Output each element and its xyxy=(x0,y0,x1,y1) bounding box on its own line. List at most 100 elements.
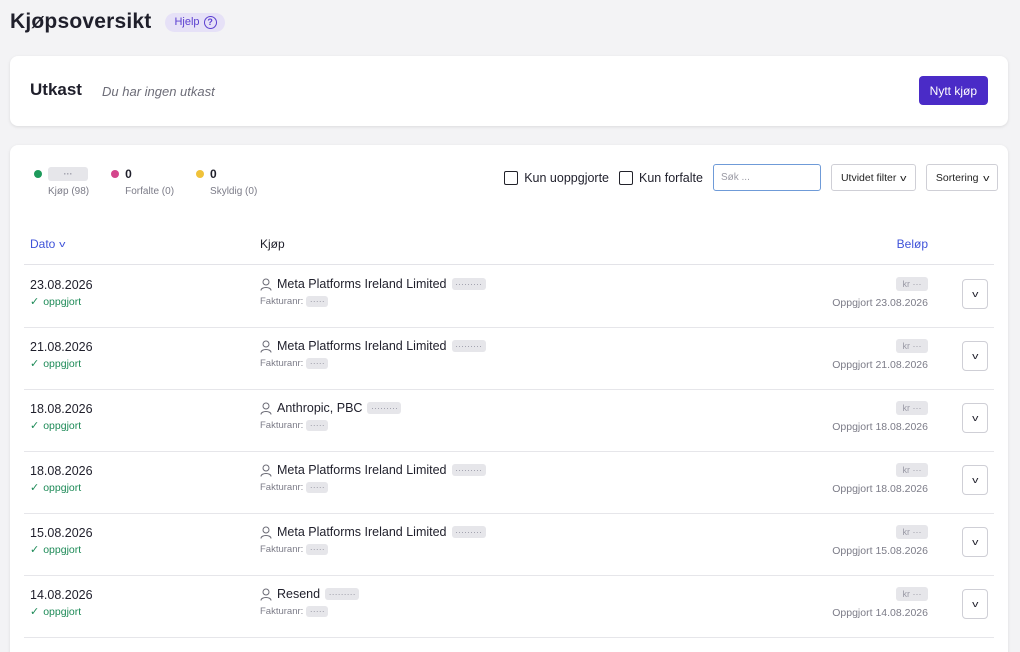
help-label: Hjelp xyxy=(174,16,200,28)
invoice-label: Fakturanr: xyxy=(260,296,304,307)
table-row[interactable]: 14.08.2026 ✓ oppgjort Resend ········· Faktur… xyxy=(24,576,994,638)
check-icon: ✓ xyxy=(30,296,40,308)
invoice-number: Fakturanr: ····· xyxy=(260,420,329,431)
question-icon: ? xyxy=(203,15,217,29)
invoice-number: Fakturanr: ····· xyxy=(260,358,329,369)
chevron-down-icon: v xyxy=(971,413,979,423)
supplier-id-masked: ········· xyxy=(325,588,360,600)
supplier-id-masked: ········· xyxy=(451,464,486,476)
drafts-title: Utkast xyxy=(30,80,82,99)
invoice-number: Fakturanr: ····· xyxy=(260,606,329,617)
expand-row-button[interactable]: v xyxy=(962,279,988,309)
purchase-date: 23.08.2026 xyxy=(30,278,93,292)
table-row[interactable]: 23.08.2026 ✓ oppgjort Meta Platforms Irelan… xyxy=(24,266,994,328)
supplier: Meta Platforms Ireland Limited ········· xyxy=(260,339,486,353)
expand-row-button[interactable]: v xyxy=(962,527,988,557)
invoice-number-masked: ····· xyxy=(306,482,329,493)
invoice-number: Fakturanr: ····· xyxy=(260,482,329,493)
search-input[interactable] xyxy=(712,164,821,191)
person-icon xyxy=(260,340,272,353)
summary-item: 0 Forfalte (0) xyxy=(111,167,174,197)
summary-count: 0 xyxy=(210,167,217,181)
invoice-label: Fakturanr: xyxy=(260,482,304,493)
supplier-name: Meta Platforms Ireland Limited xyxy=(277,525,447,539)
invoice-number-masked: ····· xyxy=(306,420,329,431)
invoice-label: Fakturanr: xyxy=(260,358,304,369)
status-label: oppgjort xyxy=(43,419,82,432)
unsettled-only-checkbox[interactable] xyxy=(504,170,519,185)
page-header: Kjøpsoversikt Hjelp ? xyxy=(10,10,225,34)
overdue-only-label: Kun forfalte xyxy=(639,170,703,185)
status-badge: ✓ oppgjort xyxy=(30,295,82,309)
summary-value: 0 xyxy=(111,167,174,181)
settled-date: Oppgjort 18.08.2026 xyxy=(832,421,928,433)
supplier-name: Meta Platforms Ireland Limited xyxy=(277,463,447,477)
supplier-name: Resend xyxy=(277,587,321,601)
invoice-label: Fakturanr: xyxy=(260,420,304,431)
expand-row-button[interactable]: v xyxy=(962,465,988,495)
invoice-label: Fakturanr: xyxy=(260,606,304,617)
table-row[interactable]: 21.08.2026 ✓ oppgjort Meta Platforms Irelan… xyxy=(24,328,994,390)
settled-date: Oppgjort 18.08.2026 xyxy=(832,483,928,495)
extended-filter-button[interactable]: Utvidet filter v xyxy=(830,164,916,191)
amount-masked: kr ··· xyxy=(896,525,928,539)
status-dot-icon xyxy=(196,170,205,178)
sort-by-date-header[interactable]: Dato v xyxy=(30,237,66,251)
invoice-number-masked: ····· xyxy=(306,606,329,617)
amount-masked: kr ··· xyxy=(896,339,928,353)
expand-row-button[interactable]: v xyxy=(962,341,988,371)
amount-column-header[interactable]: Beløp xyxy=(897,237,928,251)
supplier-name: Meta Platforms Ireland Limited xyxy=(277,339,447,353)
check-icon: ✓ xyxy=(30,358,40,370)
invoice-label: Fakturanr: xyxy=(260,544,304,555)
status-dot-icon xyxy=(111,170,120,178)
check-icon: ✓ xyxy=(30,420,40,432)
invoice-number-masked: ····· xyxy=(306,296,329,307)
summary-count: 0 xyxy=(125,167,132,181)
amount-masked: kr ··· xyxy=(896,401,928,415)
person-icon xyxy=(260,278,272,291)
invoice-number-masked: ····· xyxy=(306,358,329,369)
table-row[interactable]: 15.08.2026 ✓ oppgjort Meta Platforms Irelan… xyxy=(24,514,994,576)
supplier: Meta Platforms Ireland Limited ········· xyxy=(260,463,486,477)
unsettled-only-toggle[interactable]: Kun uoppgjorte xyxy=(504,170,610,185)
overdue-only-checkbox[interactable] xyxy=(619,170,634,185)
supplier-id-masked: ········· xyxy=(451,278,486,290)
table-row[interactable]: 18.08.2026 ✓ oppgjort Meta Platforms Irelan… xyxy=(24,452,994,514)
status-dot-icon xyxy=(34,170,42,178)
unsettled-only-label: Kun uoppgjorte xyxy=(524,170,610,185)
new-purchase-button[interactable]: Nytt kjøp xyxy=(918,76,988,105)
chevron-down-icon: v xyxy=(971,351,979,361)
overdue-only-toggle[interactable]: Kun forfalte xyxy=(619,170,703,185)
drafts-card: Utkast Du har ingen utkast Nytt kjøp xyxy=(10,56,1008,126)
expand-row-button[interactable]: v xyxy=(962,403,988,433)
purchase-list-card: ··· Kjøp (98) 0 Forfalte (0) 0 Skyldig (0) Ku… xyxy=(10,145,1008,652)
chevron-down-icon: v xyxy=(971,537,979,547)
status-badge: ✓ oppgjort xyxy=(30,543,82,557)
purchase-column-label: Kjøp xyxy=(260,237,285,251)
page-title: Kjøpsoversikt xyxy=(10,10,152,33)
status-label: oppgjort xyxy=(43,543,82,556)
status-label: oppgjort xyxy=(43,357,82,370)
status-label: oppgjort xyxy=(43,481,82,494)
extended-filter-label: Utvidet filter xyxy=(840,171,897,184)
purchase-date: 15.08.2026 xyxy=(30,526,93,540)
supplier: Meta Platforms Ireland Limited ········· xyxy=(260,277,486,291)
check-icon: ✓ xyxy=(30,482,40,494)
expand-row-button[interactable]: v xyxy=(962,589,988,619)
sort-button[interactable]: Sortering v xyxy=(925,164,998,191)
invoice-number: Fakturanr: ····· xyxy=(260,544,329,555)
status-badge: ✓ oppgjort xyxy=(30,419,82,433)
help-button[interactable]: Hjelp ? xyxy=(165,12,225,32)
settled-date: Oppgjort 14.08.2026 xyxy=(832,607,928,619)
summary-stats: ··· Kjøp (98) 0 Forfalte (0) 0 Skyldig (0) xyxy=(34,167,257,197)
table-row[interactable]: 18.08.2026 ✓ oppgjort Anthropic, PBC ·······… xyxy=(24,390,994,452)
chevron-down-icon: v xyxy=(971,475,979,485)
summary-value: ··· xyxy=(34,167,89,181)
status-label: oppgjort xyxy=(43,295,82,308)
date-column-label: Dato xyxy=(30,237,56,251)
supplier-id-masked: ········· xyxy=(451,526,486,538)
supplier: Anthropic, PBC ········· xyxy=(260,401,402,415)
settled-date: Oppgjort 23.08.2026 xyxy=(832,297,928,309)
summary-count: ··· xyxy=(48,167,88,181)
